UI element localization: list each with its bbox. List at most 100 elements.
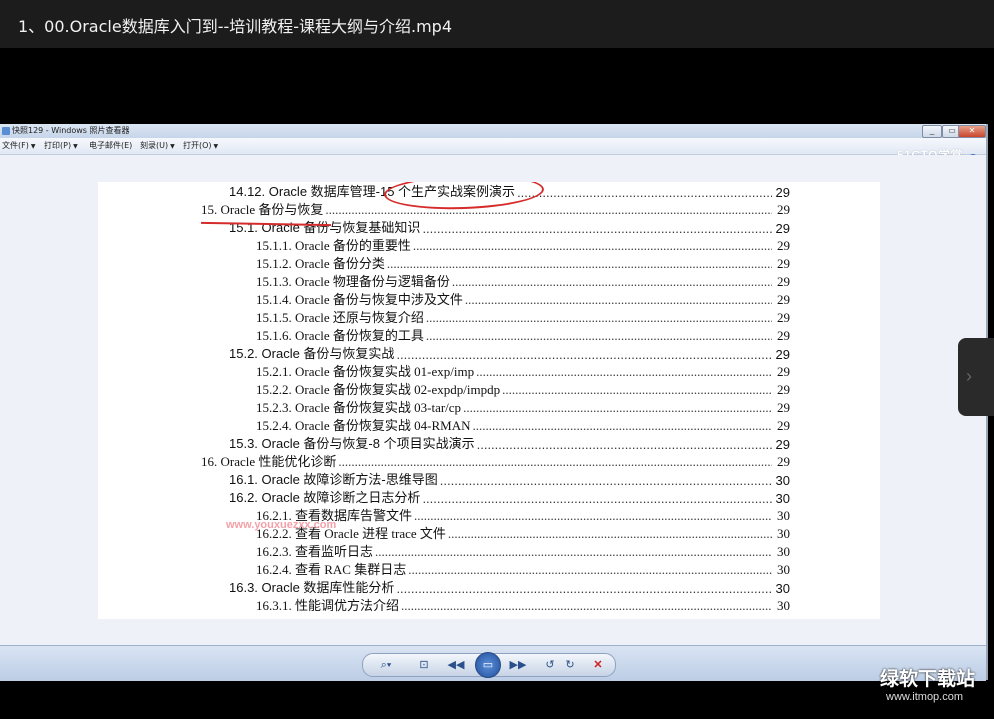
toc-leader-dots (422, 491, 772, 506)
toc-leader-dots (387, 256, 772, 272)
toc-row: 16.2.4. 查看 RAC 集群日志 30 (256, 560, 790, 578)
rotate-ccw-icon[interactable]: ↺ (541, 656, 559, 674)
toc-page-number: 29 (777, 274, 790, 289)
toc-label: 15.1.1. Oracle 备份的重要性 (256, 238, 411, 253)
toc-leader-dots (408, 562, 772, 578)
toc-leader-dots (413, 238, 772, 254)
toc-leader-dots (502, 382, 772, 398)
toc-leader-dots (477, 437, 772, 452)
menu-file[interactable]: 文件(F) ▼ (2, 140, 35, 151)
toc-label: 15.1.5. Oracle 还原与恢复介绍 (256, 310, 424, 325)
toc-label: 16. Oracle 性能优化诊断 (201, 454, 337, 469)
toc-leader-dots (440, 473, 772, 488)
toc-row: 15.1.3. Oracle 物理备份与逻辑备份 29 (256, 272, 790, 290)
image-canvas: 14.12. Oracle 数据库管理-15 个生产实战案例演示2915. Or… (0, 155, 986, 645)
toc-page-number: 29 (777, 238, 790, 253)
toc-page-number: 30 (775, 491, 790, 506)
video-title: 1、00.Oracle数据库入门到--培训教程-课程大纲与介绍.mp4 (18, 17, 453, 36)
toc-label: 16.2.4. 查看 RAC 集群日志 (256, 562, 407, 577)
toc-row: 15.2.4. Oracle 备份恢复实战 04-RMAN 29 (256, 416, 790, 434)
toc-row: 15.1.2. Oracle 备份分类 29 (256, 254, 790, 272)
chevron-down-icon: ▼ (30, 143, 36, 150)
toc-leader-dots (422, 221, 772, 236)
site-watermark-url: www.itmop.com (886, 691, 964, 703)
toc-label: 16.1. Oracle 故障诊断方法-思维导图 (229, 472, 438, 487)
chevron-down-icon: ▼ (170, 143, 175, 150)
toc-label: 16.2.3. 查看监听日志 (256, 544, 374, 559)
toc-page-number: 29 (777, 202, 790, 217)
minimize-button[interactable]: _ (922, 125, 942, 138)
toc-row: 15.1.6. Oracle 备份恢复的工具 29 (256, 326, 790, 344)
menu-print[interactable]: 打印(P) ▼ (44, 140, 78, 151)
toc-leader-dots (448, 526, 772, 542)
video-title-bar: 1、00.Oracle数据库入门到--培训教程-课程大纲与介绍.mp4 (0, 0, 994, 48)
toc-leader-dots (426, 328, 772, 344)
toc-label: 15.2. Oracle 备份与恢复实战 (229, 346, 395, 361)
rotate-cw-icon[interactable]: ↻ (561, 656, 579, 674)
toc-row: 16.2. Oracle 故障诊断之日志分析 30 (229, 488, 790, 506)
chevron-down-icon: ▼ (213, 143, 219, 150)
video-letterbox-top (0, 48, 994, 124)
toc-label: 15.3. Oracle 备份与恢复-8 个项目实战演示 (229, 436, 475, 451)
toc-page-number: 29 (777, 256, 790, 271)
toc-page-number: 29 (777, 454, 790, 469)
toc-row: 16.3.1. 性能调优方法介绍 30 (256, 596, 790, 614)
toc-page-number: 29 (775, 185, 790, 200)
navigation-controls: ⌕▾ ⊡ ◀◀ ▭ ▶▶ ↺ ↻ ✕ (362, 652, 616, 678)
toc-page-number: 29 (777, 364, 790, 379)
toc-leader-dots (338, 454, 772, 470)
toc-row: 15.2.3. Oracle 备份恢复实战 03-tar/cp 29 (256, 398, 790, 416)
toc-leader-dots (375, 544, 772, 560)
menu-open[interactable]: 打开(O) ▼ (183, 140, 218, 151)
toc-row: 15.1.4. Oracle 备份与恢复中涉及文件 29 (256, 290, 790, 308)
toc-label: 15.1. Oracle 备份与恢复基础知识 (229, 220, 421, 235)
next-icon[interactable]: ▶▶ (509, 656, 527, 674)
previous-icon[interactable]: ◀◀ (447, 656, 465, 674)
delete-icon[interactable]: ✕ (589, 656, 607, 674)
toc-leader-dots (465, 292, 772, 308)
toc-leader-dots (463, 400, 772, 416)
close-button[interactable]: ✕ (958, 125, 986, 138)
site-watermark-name: 绿软下载站 (880, 668, 976, 690)
toc-page-number: 30 (775, 581, 790, 596)
zoom-icon[interactable]: ⌕▾ (377, 656, 395, 674)
toc-leader-dots (452, 274, 772, 290)
menu-email[interactable]: 电子邮件(E) (89, 140, 132, 151)
toc-row: 16. Oracle 性能优化诊断 29 (201, 452, 790, 470)
actual-size-icon[interactable]: ⊡ (415, 656, 433, 674)
toc-row: 16.3. Oracle 数据库性能分析 30 (229, 578, 790, 596)
toc-page-number: 29 (777, 418, 790, 433)
toc-page-number: 30 (777, 508, 790, 523)
toc-page-number: 30 (777, 526, 790, 541)
toc-label: 15.2.2. Oracle 备份恢复实战 02-expdp/impdp (256, 382, 501, 397)
toc-row: 15.3. Oracle 备份与恢复-8 个项目实战演示 29 (229, 434, 790, 452)
toc-row: 15.2.2. Oracle 备份恢复实战 02-expdp/impdp 29 (256, 380, 790, 398)
toc-row: 15.1.1. Oracle 备份的重要性 29 (256, 236, 790, 254)
toc-page-number: 30 (777, 598, 790, 613)
toc-label: 16.3.1. 性能调优方法介绍 (256, 598, 400, 613)
toc-label: 15.1.4. Oracle 备份与恢复中涉及文件 (256, 292, 463, 307)
toc-leader-dots (414, 508, 772, 524)
toc-label: 15.2.3. Oracle 备份恢复实战 03-tar/cp (256, 400, 462, 415)
photo-viewer-window: 快照129 - Windows 照片查看器 _ ▭ ✕ 文件(F) ▼ 打印(P)… (0, 124, 988, 681)
toc-label: 15. Oracle 备份与恢复 (201, 202, 324, 217)
toc-page-number: 29 (775, 347, 790, 362)
toc-page-number: 30 (777, 562, 790, 577)
document-page: 14.12. Oracle 数据库管理-15 个生产实战案例演示2915. Or… (98, 182, 880, 619)
toc-leader-dots (325, 202, 772, 218)
slideshow-button[interactable]: ▭ (475, 652, 501, 678)
faint-watermark: www.youxuezxx.com (226, 519, 337, 531)
menu-burn[interactable]: 刻录(U) ▼ (140, 140, 175, 151)
menu-bar: 文件(F)▼ 打印(P)▼ 电子邮件(E) 刻录(U)▼ 打开(O)▼ ? (0, 138, 986, 164)
video-side-handle[interactable]: › (958, 338, 994, 416)
toc-leader-dots (517, 185, 772, 200)
window-title-bar: 快照129 - Windows 照片查看器 _ ▭ ✕ (0, 124, 986, 138)
toc-page-number: 29 (777, 292, 790, 307)
toc-row: 16.1. Oracle 故障诊断方法-思维导图 30 (229, 470, 790, 488)
toc-page-number: 29 (777, 310, 790, 325)
toc-page-number: 29 (777, 382, 790, 397)
toc-page-number: 29 (777, 328, 790, 343)
toc-row: 15.1.5. Oracle 还原与恢复介绍 29 (256, 308, 790, 326)
chevron-right-icon: › (966, 366, 972, 386)
toc-leader-dots (472, 418, 772, 434)
